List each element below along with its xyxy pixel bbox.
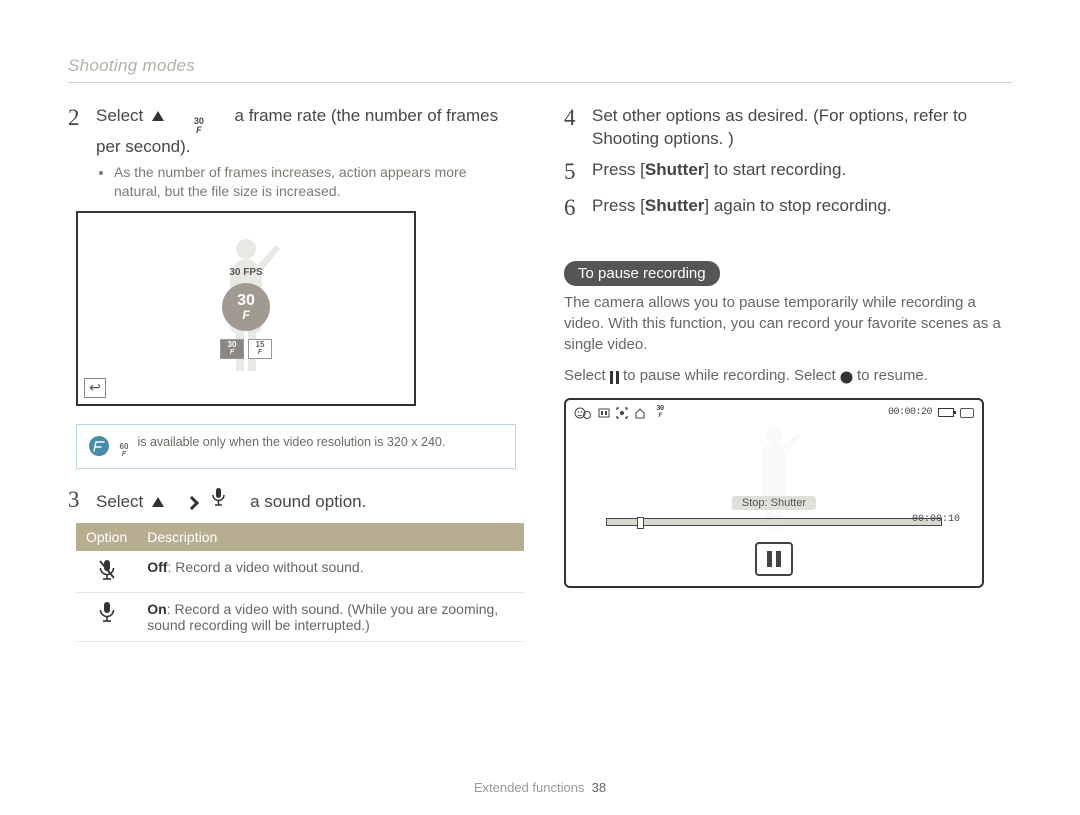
step-number: 6 (564, 192, 584, 223)
lcd-recording-screen: 30F 00:00:20 Stop: Shutter (564, 398, 984, 588)
option-off-label: Off (147, 559, 167, 575)
table-header-description: Description (137, 523, 524, 551)
recording-time: 00:00:20 (888, 407, 932, 418)
step2-text-a: Select (96, 106, 143, 125)
pause-icon (610, 369, 623, 386)
step-3: 3 Select a sound option. (68, 487, 516, 515)
lcd2-top-left-icons: 30F (574, 406, 668, 420)
step6-b: ] again to stop recording. (704, 196, 891, 215)
movie-icon (960, 408, 974, 418)
home-icon (634, 407, 646, 419)
pause-paragraph: The camera allows you to pause temporari… (564, 292, 1012, 355)
note-box: 60F is available only when the video res… (76, 424, 516, 469)
pause-heading-pill: To pause recording (564, 261, 720, 286)
bracket-focus-icon (616, 407, 628, 419)
shutter-label: Shutter (645, 196, 705, 215)
step3-text-a: Select (96, 492, 143, 511)
step-number: 2 (68, 102, 88, 201)
step4-text: Set other options as desired. (For optio… (592, 105, 1012, 151)
record-dot-icon (840, 369, 857, 386)
back-icon: ↩ (84, 378, 106, 398)
fps-30-icon: 30F (189, 116, 209, 136)
fps-selected-indicator: 30F (222, 283, 270, 331)
table-row: On: Record a video with sound. (While yo… (76, 592, 524, 641)
note-text: is available only when the video resolut… (137, 435, 445, 449)
microphone-on-icon (98, 601, 116, 623)
progress-time: 00:00:10 (912, 514, 960, 525)
fps-option-15: 15F (248, 339, 272, 359)
fps-60-icon: 60F (117, 443, 131, 458)
pause-instruction: Select to pause while recording. Select … (564, 365, 1012, 388)
page-number: 38 (592, 780, 606, 795)
lcd-fps-screen: 30 FPS 30F 30F 15F ↩ (76, 211, 416, 406)
table-header-option: Option (76, 523, 137, 551)
step6-a: Press [ (592, 196, 645, 215)
table-row: Off: Record a video without sound. (76, 551, 524, 593)
battery-icon (938, 408, 954, 417)
step-number: 5 (564, 156, 584, 187)
step2-bullet: As the number of frames increases, actio… (114, 163, 516, 201)
lcd2-top-right: 00:00:20 (888, 407, 974, 418)
sound-options-table: Option Description Off: Record a video w… (76, 523, 524, 642)
shutter-label: Shutter (645, 160, 705, 179)
fps-option-30: 30F (220, 339, 244, 359)
note-icon (89, 436, 109, 456)
step3-text-b: a sound option. (250, 492, 366, 511)
step-6: 6 Press [Shutter] again to stop recordin… (564, 195, 1012, 223)
option-off-desc: : Record a video without sound. (167, 559, 363, 575)
microphone-icon (211, 487, 226, 507)
face-icon (574, 406, 592, 420)
option-on-label: On (147, 601, 166, 617)
step5-a: Press [ (592, 160, 645, 179)
step-4: 4 Set other options as desired. (For opt… (564, 105, 1012, 151)
right-column: 4 Set other options as desired. (For opt… (564, 105, 1012, 642)
step-5: 5 Press [Shutter] to start recording. (564, 159, 1012, 187)
step-number: 3 (68, 484, 88, 515)
footer-label: Extended functions (474, 780, 585, 795)
fps-30-small-icon: 30F (654, 407, 666, 419)
step-2: 2 Select 30F a frame rate (the number of… (68, 105, 516, 201)
progress-bar (606, 518, 942, 526)
step5-b: ] to start recording. (704, 160, 846, 179)
step-number: 4 (564, 102, 584, 151)
pause-button (755, 542, 793, 576)
option-on-desc: : Record a video with sound. (While you … (147, 601, 498, 633)
up-arrow-icon (152, 111, 164, 121)
stop-shutter-label: Stop: Shutter (732, 496, 816, 510)
resolution-icon (598, 407, 610, 419)
fps-label: 30 FPS (229, 267, 262, 278)
chevron-right-icon (185, 496, 199, 510)
microphone-off-icon (98, 559, 116, 581)
progress-knob (637, 517, 644, 529)
left-column: 2 Select 30F a frame rate (the number of… (68, 105, 516, 642)
page-footer: Extended functions 38 (0, 780, 1080, 795)
breadcrumb: Shooting modes (68, 56, 1012, 83)
up-arrow-icon (152, 497, 164, 507)
